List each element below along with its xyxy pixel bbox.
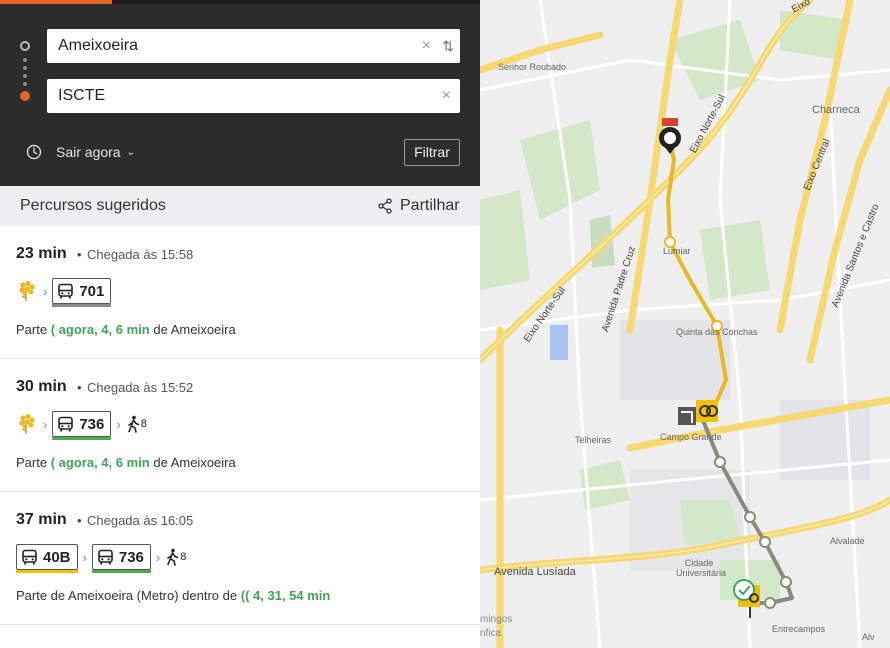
route-option[interactable]: 37 min • Chegada às 16:05 40B › 736 › 8 …: [0, 492, 480, 625]
line-color-bar: [52, 304, 112, 307]
connector-dot-icon: [23, 82, 27, 86]
realtime-signal-icon: (: [50, 455, 56, 470]
separator: •: [77, 513, 82, 528]
departure-time-selector[interactable]: Sair agora ⌄: [26, 142, 135, 162]
route-duration: 37 min: [16, 511, 67, 528]
clear-destination-icon[interactable]: ×: [442, 87, 451, 105]
route-option[interactable]: 30 min • Chegada às 15:52 › 736 › 8 Part…: [0, 359, 480, 492]
bus-line-number: 736: [79, 415, 105, 433]
origin-field-container: × ⇅: [47, 29, 460, 63]
walk-icon: [127, 415, 140, 433]
route-legs: › 701: [16, 276, 112, 307]
results-header: Percursos sugeridos Partilhar: [0, 186, 480, 226]
share-label: Partilhar: [400, 197, 460, 214]
realtime-times: agora, 4, 6 min: [58, 455, 150, 470]
route-duration: 30 min: [16, 378, 67, 395]
filter-button[interactable]: Filtrar: [404, 139, 460, 166]
route-option[interactable]: 23 min • Chegada às 15:58 › 701 Parte (…: [0, 226, 480, 359]
map-label: Lumiar: [663, 246, 691, 256]
chevron-right-icon: ›: [82, 549, 87, 565]
chevron-right-icon: ›: [43, 416, 48, 432]
map-label: mingos: [480, 614, 513, 625]
bus-icon: [22, 549, 37, 564]
bus-line-number: 40B: [43, 548, 71, 566]
map-label: Telheiras: [575, 435, 612, 445]
departure-time-label: Sair agora: [56, 144, 121, 160]
map-label: Charneca: [812, 104, 860, 116]
route-legs: › 736 › 8: [16, 409, 147, 440]
directions-panel: × ⇅ × Sair agora ⌄ Filtrar Percursos sug…: [0, 0, 480, 648]
line-color-bar: [52, 437, 112, 440]
realtime-times: agora, 4, 6 min: [58, 322, 150, 337]
connector-dot-icon: [23, 58, 27, 62]
map-label: Senhor Roubado: [498, 62, 567, 72]
destination-input[interactable]: [47, 79, 407, 113]
separator: •: [77, 380, 82, 395]
connector-dot-icon: [23, 66, 27, 70]
metro-icon: [19, 280, 35, 301]
walk-minutes: 8: [180, 551, 187, 563]
walk-minutes: 8: [140, 418, 147, 430]
arrival-time: Chegada às 15:58: [87, 247, 194, 262]
depart-suffix: de Ameixoeira: [153, 455, 236, 470]
origin-input[interactable]: [47, 29, 407, 63]
walk-icon: [167, 548, 179, 566]
clear-origin-icon[interactable]: ×: [422, 37, 431, 55]
clock-icon: [26, 144, 42, 160]
arrival-time: Chegada às 15:52: [87, 380, 194, 395]
chevron-down-icon: ⌄: [126, 146, 135, 158]
depart-suffix: de Ameixoeira: [153, 322, 236, 337]
metro-icon: [19, 413, 35, 434]
bus-line-badge: 40B: [16, 544, 78, 573]
bus-line-number: 736: [118, 548, 144, 566]
map-label: Alv: [862, 632, 875, 642]
swap-icon[interactable]: ⇅: [442, 37, 454, 55]
realtime-signal-icon: (: [50, 322, 56, 337]
bus-icon: [58, 283, 74, 298]
depart-prefix: Parte: [16, 455, 48, 470]
map-view[interactable]: Senhor Roubado Charneca Lumiar Quinta da…: [480, 0, 890, 648]
departure-info: Parte ( agora, 4, 6 min de Ameixoeira: [16, 455, 236, 470]
arrival-time: Chegada às 16:05: [87, 513, 194, 528]
map-label: Campo Grande: [660, 432, 722, 442]
bus-line-badge: 736: [52, 411, 112, 440]
separator: •: [77, 247, 82, 262]
search-panel: × ⇅ × Sair agora ⌄ Filtrar: [0, 0, 480, 186]
active-tab-indicator: [0, 0, 112, 4]
chevron-right-icon: ›: [155, 549, 161, 565]
bus-icon: [98, 549, 113, 564]
route-legs: 40B › 736 › 8: [16, 542, 187, 573]
share-icon: [378, 198, 392, 214]
departure-info: Parte ( agora, 4, 6 min de Ameixoeira: [16, 322, 236, 337]
map-label: Alvalade: [830, 536, 865, 546]
results-title: Percursos sugeridos: [20, 197, 166, 214]
origin-marker-icon: [20, 41, 30, 51]
destination-marker-icon: [20, 91, 30, 101]
line-color-bar: [16, 570, 78, 573]
bus-line-number: 701: [79, 282, 105, 300]
depart-prefix: Parte: [16, 322, 48, 337]
chevron-right-icon: ›: [116, 416, 121, 432]
bus-line-badge: 736: [91, 544, 151, 573]
destination-field-container: ×: [47, 79, 460, 113]
map-label: Cidade Universitária: [676, 558, 727, 578]
route-duration: 23 min: [16, 245, 67, 262]
road-label: Avenida Lusíada: [494, 566, 576, 578]
line-color-bar: [91, 570, 151, 573]
app-root: × ⇅ × Sair agora ⌄ Filtrar Percursos sug…: [0, 0, 890, 648]
realtime-times: 4, 31, 54 min: [253, 588, 331, 603]
connector-dot-icon: [23, 74, 27, 78]
bus-line-badge: 701: [52, 278, 112, 307]
realtime-signal-icon: ((: [240, 588, 250, 603]
map-label: Quinta das Conchas: [676, 327, 758, 337]
bus-icon: [58, 416, 74, 431]
departure-info: Parte de Ameixoeira (Metro) dentro de ((…: [16, 588, 330, 603]
share-button[interactable]: Partilhar: [378, 197, 460, 215]
depart-prefix: Parte de Ameixoeira (Metro) dentro de: [16, 588, 238, 603]
map-label: nfica: [480, 628, 502, 639]
map-label: Entrecampos: [772, 624, 826, 634]
chevron-right-icon: ›: [43, 283, 48, 299]
